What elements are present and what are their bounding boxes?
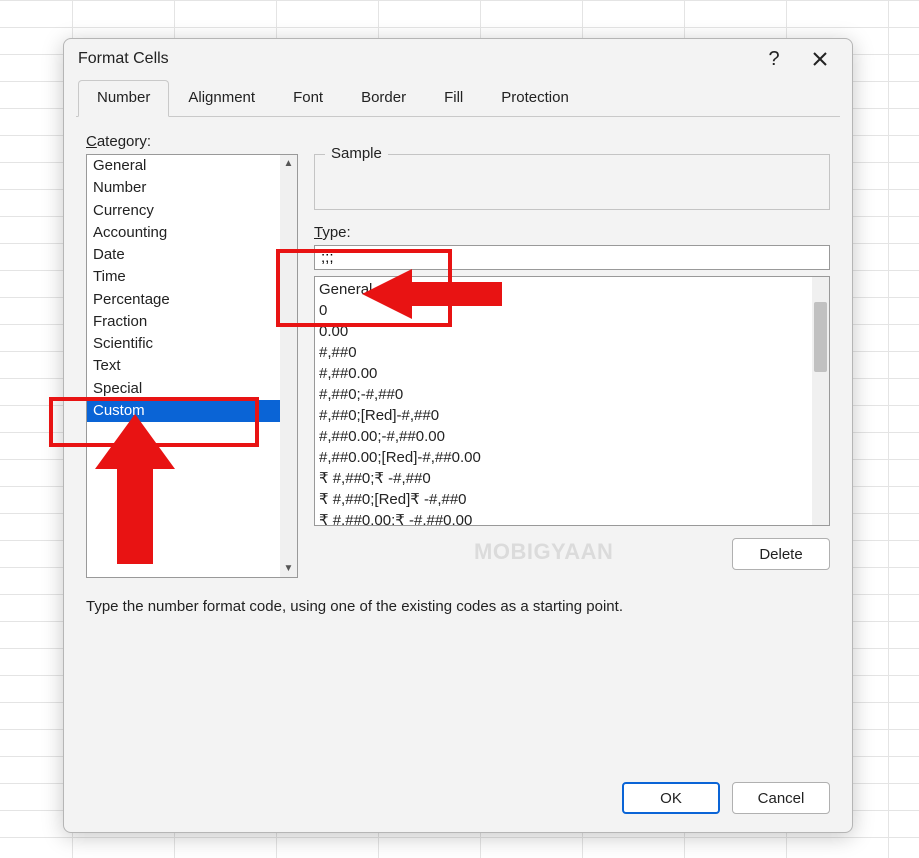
category-item[interactable]: Custom	[87, 400, 280, 422]
delete-button[interactable]: Delete	[732, 538, 830, 570]
type-label: Type:	[314, 224, 830, 241]
dialog-titlebar: Format Cells ?	[64, 39, 852, 79]
close-button[interactable]	[802, 44, 838, 74]
category-scrollbar[interactable]: ▲ ▼	[280, 155, 297, 577]
category-item[interactable]: Text	[87, 355, 280, 377]
tab-alignment[interactable]: Alignment	[169, 80, 274, 117]
ok-button[interactable]: OK	[622, 782, 720, 814]
tab-font[interactable]: Font	[274, 80, 342, 117]
format-scrollbar[interactable]	[812, 277, 829, 525]
close-icon	[813, 52, 827, 66]
dialog-buttons: OK Cancel	[64, 778, 852, 832]
format-item[interactable]: ₹ #,##0.00;₹ -#,##0.00	[319, 510, 808, 525]
tab-protection[interactable]: Protection	[482, 80, 588, 117]
hint-text: Type the number format code, using one o…	[86, 598, 830, 615]
tab-border[interactable]: Border	[342, 80, 425, 117]
format-cells-dialog: Format Cells ? Number Alignment Font Bor…	[63, 38, 853, 833]
category-item[interactable]: Percentage	[87, 289, 280, 311]
tabs: Number Alignment Font Border Fill Protec…	[64, 79, 852, 117]
help-button[interactable]: ?	[756, 44, 792, 74]
format-item[interactable]: #,##0.00;[Red]-#,##0.00	[319, 447, 808, 468]
category-item[interactable]: Date	[87, 244, 280, 266]
tab-fill[interactable]: Fill	[425, 80, 482, 117]
format-item[interactable]: #,##0.00	[319, 363, 808, 384]
category-item[interactable]: Number	[87, 177, 280, 199]
category-item[interactable]: Time	[87, 266, 280, 288]
category-item[interactable]: Scientific	[87, 333, 280, 355]
dialog-body: Category: GeneralNumberCurrencyAccountin…	[64, 117, 852, 778]
category-item[interactable]: Fraction	[87, 311, 280, 333]
format-item[interactable]: #,##0;[Red]-#,##0	[319, 405, 808, 426]
category-item[interactable]: General	[87, 155, 280, 177]
format-item[interactable]: General	[319, 279, 808, 300]
category-item[interactable]: Special	[87, 378, 280, 400]
delete-label: Delete	[759, 546, 802, 563]
scroll-down-icon[interactable]: ▼	[280, 560, 297, 577]
format-item[interactable]: ₹ #,##0;[Red]₹ -#,##0	[319, 489, 808, 510]
category-item[interactable]: Accounting	[87, 222, 280, 244]
sample-label: Sample	[325, 145, 388, 162]
format-listbox[interactable]: General00.00#,##0#,##0.00#,##0;-#,##0#,#…	[314, 276, 830, 526]
format-item[interactable]: #,##0.00;-#,##0.00	[319, 426, 808, 447]
format-item[interactable]: 0.00	[319, 321, 808, 342]
category-label: Category:	[86, 133, 830, 150]
format-item[interactable]: 0	[319, 300, 808, 321]
format-item[interactable]: #,##0	[319, 342, 808, 363]
scroll-thumb[interactable]	[814, 302, 827, 372]
format-item[interactable]: #,##0;-#,##0	[319, 384, 808, 405]
format-item[interactable]: ₹ #,##0;₹ -#,##0	[319, 468, 808, 489]
cancel-button[interactable]: Cancel	[732, 782, 830, 814]
scroll-up-icon[interactable]: ▲	[280, 155, 297, 172]
category-listbox[interactable]: GeneralNumberCurrencyAccountingDateTimeP…	[86, 154, 298, 578]
category-item[interactable]: Currency	[87, 200, 280, 222]
type-input[interactable]	[314, 245, 830, 270]
sample-fieldset: Sample	[314, 154, 830, 210]
tab-number[interactable]: Number	[78, 80, 169, 117]
dialog-title: Format Cells	[78, 50, 746, 68]
